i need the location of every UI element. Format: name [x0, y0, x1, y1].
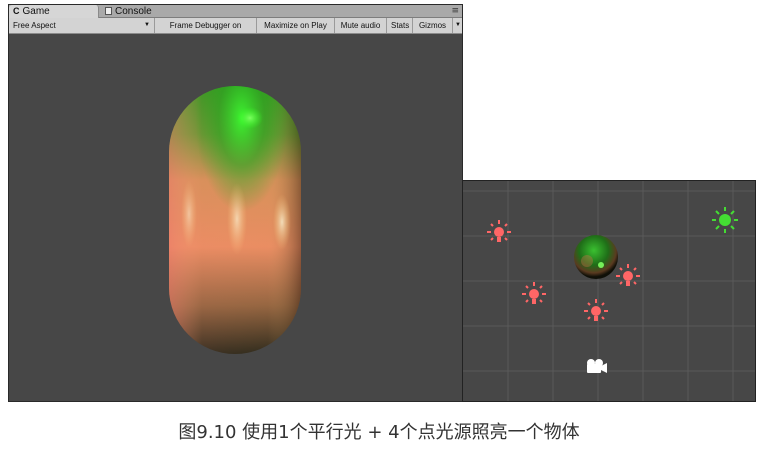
specular-highlight-green: [237, 107, 263, 129]
gizmos-button[interactable]: Gizmos: [413, 18, 453, 33]
specular-highlight-center: [227, 183, 247, 255]
dropdown-arrow-icon: ▼: [144, 22, 150, 28]
tab-bar: C Game Console ≡: [9, 5, 462, 18]
tab-console[interactable]: Console: [101, 5, 201, 18]
frame-debugger-toggle[interactable]: Frame Debugger on: [155, 18, 257, 33]
scene-render: [463, 181, 755, 401]
game-viewport[interactable]: [9, 34, 462, 401]
specular-highlight-left: [181, 180, 197, 248]
capsule-render: [169, 86, 301, 354]
gizmos-dropdown-arrow-icon[interactable]: ▼: [453, 18, 463, 33]
tab-console-label: Console: [115, 6, 152, 17]
figure-caption: 图9.10 使用1个平行光 + 4个点光源照亮一个物体: [178, 422, 580, 443]
tab-game-label: Game: [22, 6, 50, 17]
camera-icon[interactable]: [587, 359, 607, 373]
point-light-icon[interactable]: [487, 220, 511, 242]
tab-game[interactable]: C Game: [9, 5, 99, 18]
sphere-object[interactable]: [574, 235, 618, 279]
specular-highlight-right: [273, 194, 291, 250]
aspect-label: Free Aspect: [13, 21, 56, 30]
console-icon: [105, 7, 112, 15]
game-window: C Game Console ≡ Free Aspect ▼ Frame Debu…: [8, 4, 463, 402]
scene-grid: [463, 181, 755, 401]
point-light-icon[interactable]: [584, 299, 608, 321]
mute-audio-toggle[interactable]: Mute audio: [335, 18, 387, 33]
directional-light-icon[interactable]: [712, 207, 738, 233]
maximize-on-play-toggle[interactable]: Maximize on Play: [257, 18, 335, 33]
aspect-dropdown[interactable]: Free Aspect ▼: [9, 18, 155, 33]
unity-game-icon: C: [13, 6, 20, 16]
scene-view[interactable]: [462, 180, 756, 402]
game-toolbar: Free Aspect ▼ Frame Debugger on Maximize…: [9, 18, 462, 34]
point-light-icon[interactable]: [616, 264, 640, 286]
window-menu-icon[interactable]: ≡: [451, 6, 459, 16]
stats-toggle[interactable]: Stats: [387, 18, 413, 33]
point-light-icon[interactable]: [522, 282, 546, 304]
